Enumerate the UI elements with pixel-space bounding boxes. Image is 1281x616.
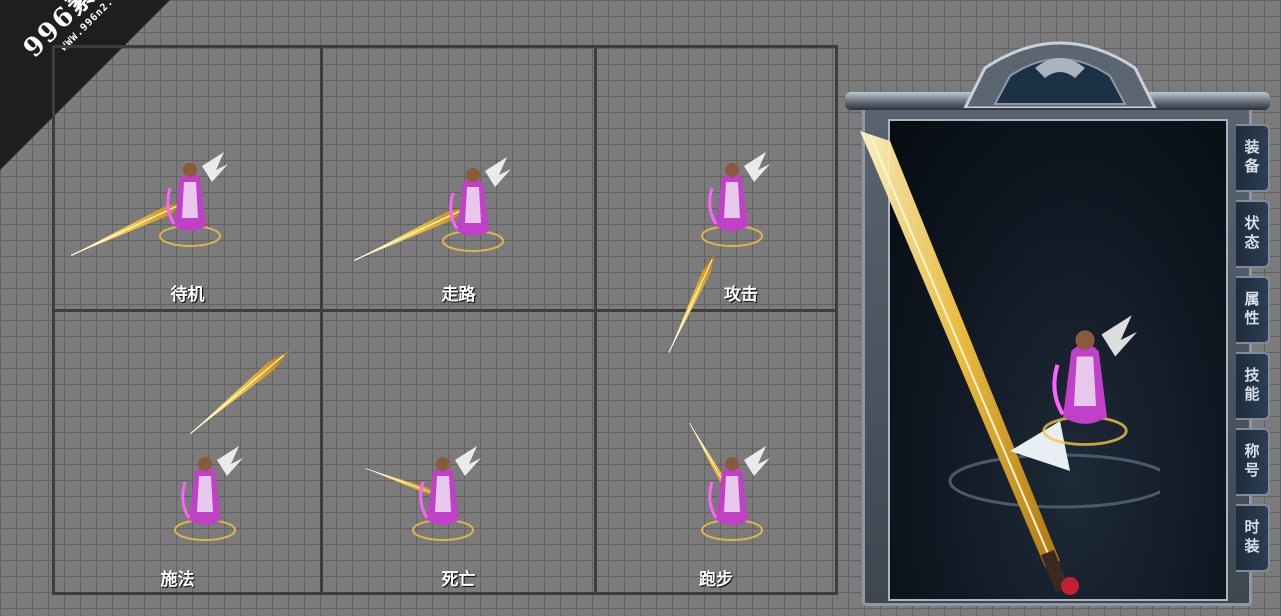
action-grid: 待机 走路 攻击 施法 死亡 跑步 [52, 45, 838, 595]
tab-titles[interactable]: 称号 [1236, 428, 1270, 496]
character-sprite [150, 148, 230, 248]
action-label-run: 跑步 [699, 570, 733, 590]
tab-attributes[interactable]: 属性 [1236, 276, 1270, 344]
action-label-cast: 施法 [160, 570, 195, 590]
tab-skills[interactable]: 技能 [1236, 352, 1270, 420]
character-model [1030, 296, 1140, 461]
action-cell-run[interactable]: 跑步 [597, 312, 835, 592]
action-label-attack: 攻击 [724, 285, 758, 305]
panel-tabs: 装备 状态 属性 技能 称号 时装 [1236, 124, 1272, 580]
action-label-death: 死亡 [441, 570, 476, 590]
action-cell-attack[interactable]: 攻击 [597, 48, 835, 309]
tab-equipment[interactable]: 装备 [1236, 124, 1270, 192]
character-sprite [692, 148, 772, 248]
action-cell-death[interactable]: 死亡 [323, 312, 594, 592]
character-sprite [433, 153, 513, 253]
panel-crest [963, 41, 1157, 108]
action-label-idle: 待机 [170, 285, 205, 305]
action-cell-idle[interactable]: 待机 [55, 48, 320, 309]
character-sprite [692, 442, 772, 542]
action-label-walk: 走路 [441, 285, 476, 305]
tab-fashion[interactable]: 时装 [1236, 504, 1270, 572]
action-cell-cast[interactable]: 施法 [55, 312, 320, 592]
character-sprite [165, 442, 245, 542]
sword-sprite [171, 327, 309, 457]
character-sprite [403, 442, 483, 542]
character-stage [860, 119, 1228, 601]
tab-status[interactable]: 状态 [1236, 200, 1270, 268]
action-cell-walk[interactable]: 走路 [323, 48, 594, 309]
